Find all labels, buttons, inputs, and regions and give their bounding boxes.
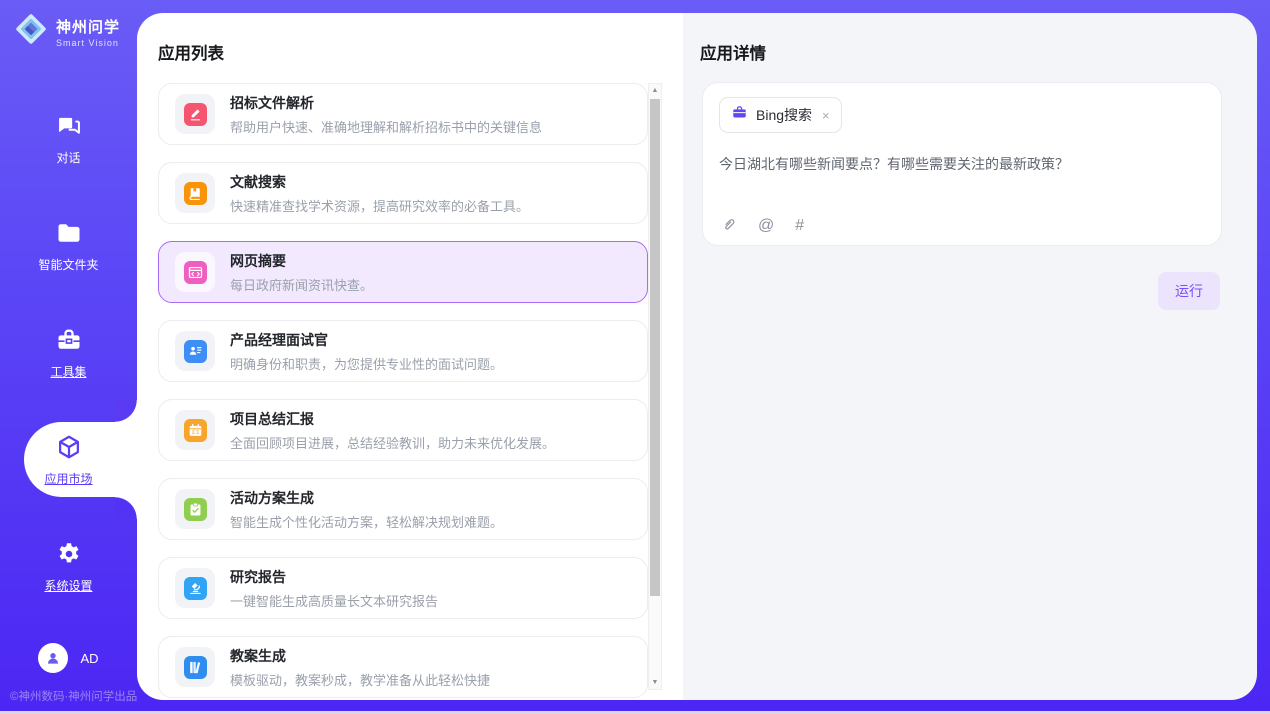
briefcase-icon — [731, 104, 748, 126]
app-card-description: 一键智能生成高质量长文本研究报告 — [230, 591, 438, 610]
folder-icon — [55, 219, 83, 247]
sidebar-item-label: 系统设置 — [44, 577, 92, 594]
app-card-title: 项目总结汇报 — [230, 409, 555, 429]
sidebar-nav: 对话 智能文件夹 工具集 应用市场 系统设置 — [0, 85, 137, 620]
app-card-description: 模板驱动，教案秒成，教学准备从此轻松快捷 — [230, 670, 490, 689]
app-card-title: 文献搜索 — [230, 172, 529, 192]
user-row[interactable]: AD — [0, 643, 137, 673]
app-card-description: 智能生成个性化活动方案，轻松解决规划难题。 — [230, 512, 503, 531]
query-input[interactable]: 今日湖北有哪些新闻要点？有哪些需要关注的最新政策？ — [719, 154, 1205, 175]
app-detail-title: 应用详情 — [700, 40, 766, 64]
hash-icon[interactable]: # — [795, 217, 804, 234]
app-card-title: 招标文件解析 — [230, 93, 542, 113]
sidebar-item-toolbox[interactable]: 工具集 — [0, 299, 137, 406]
app-card[interactable]: 产品经理面试官 明确身份和职责，为您提供专业性的面试问题。 — [158, 320, 648, 382]
window-icon — [184, 261, 207, 284]
app-logo: 神州问学 Smart Vision — [14, 12, 120, 51]
tool-tag-bing[interactable]: Bing搜索 × — [719, 97, 842, 133]
tool-tag-label: Bing搜索 — [756, 105, 812, 125]
microscope-icon — [184, 577, 207, 600]
sidebar-item-folder[interactable]: 智能文件夹 — [0, 192, 137, 299]
sidebar-item-label: 对话 — [56, 149, 80, 166]
sidebar-item-cube[interactable]: 应用市场 — [0, 406, 137, 513]
sidebar-item-gear[interactable]: 系统设置 — [0, 513, 137, 620]
app-card-list: 招标文件解析 帮助用户快速、准确地理解和解析招标书中的关键信息 文献搜索 快速精… — [158, 83, 648, 700]
logo-title: 神州问学 — [56, 16, 120, 37]
app-card[interactable]: 招标文件解析 帮助用户快速、准确地理解和解析招标书中的关键信息 — [158, 83, 648, 145]
app-card-description: 明确身份和职责，为您提供专业性的面试问题。 — [230, 354, 503, 373]
sidebar-item-label: 工具集 — [50, 363, 86, 380]
close-icon[interactable]: × — [822, 108, 830, 123]
book-icon — [184, 182, 207, 205]
books-icon — [184, 656, 207, 679]
paperclip-icon[interactable] — [720, 217, 737, 234]
content-shell: 应用列表 招标文件解析 帮助用户快速、准确地理解和解析招标书中的关键信息 文献搜… — [137, 13, 1257, 700]
prompt-card: Bing搜索 × 今日湖北有哪些新闻要点？有哪些需要关注的最新政策？ @ # — [702, 82, 1222, 246]
scrollbar-thumb[interactable] — [650, 99, 660, 596]
calendar-icon — [184, 419, 207, 442]
gear-icon — [55, 540, 83, 568]
logo-diamond-icon — [14, 12, 48, 51]
app-card-description: 帮助用户快速、准确地理解和解析招标书中的关键信息 — [230, 117, 542, 136]
mention-icon[interactable]: @ — [758, 217, 774, 234]
composer-toolbar: @ # — [720, 217, 804, 234]
sidebar-item-label: 应用市场 — [44, 470, 92, 487]
app-card-description: 快速精准查找学术资源，提高研究效率的必备工具。 — [230, 196, 529, 215]
app-list-title: 应用列表 — [158, 40, 224, 64]
app-card-title: 产品经理面试官 — [230, 330, 503, 350]
interview-icon — [184, 340, 207, 363]
app-card[interactable]: 活动方案生成 智能生成个性化活动方案，轻松解决规划难题。 — [158, 478, 648, 540]
clipboard-icon — [184, 498, 207, 521]
chat-icon — [55, 112, 83, 140]
app-card[interactable]: 教案生成 模板驱动，教案秒成，教学准备从此轻松快捷 — [158, 636, 648, 698]
sidebar: 神州问学 Smart Vision 对话 智能文件夹 工具集 应用市场 系统设置… — [0, 0, 137, 711]
app-list-scrollbar[interactable]: ▲ ▼ — [648, 83, 662, 690]
cube-icon — [55, 433, 83, 461]
app-card[interactable]: 文献搜索 快速精准查找学术资源，提高研究效率的必备工具。 — [158, 162, 648, 224]
app-card-title: 教案生成 — [230, 646, 490, 666]
app-card-title: 活动方案生成 — [230, 488, 503, 508]
app-card-title: 研究报告 — [230, 567, 438, 587]
toolbox-icon — [55, 326, 83, 354]
app-detail-panel: 应用详情 Bing搜索 × 今日湖北有哪些新闻要点？有哪些需要关注的最新政策？ … — [683, 13, 1257, 700]
app-card[interactable]: 项目总结汇报 全面回顾项目进展，总结经验教训，助力未来优化发展。 — [158, 399, 648, 461]
copyright-footer: ©神州数码·神州问学出品 — [10, 688, 137, 704]
app-card-description: 每日政府新闻资讯快查。 — [230, 275, 373, 294]
app-card-description: 全面回顾项目进展，总结经验教训，助力未来优化发展。 — [230, 433, 555, 452]
app-card[interactable]: 研究报告 一键智能生成高质量长文本研究报告 — [158, 557, 648, 619]
scroll-down-icon[interactable]: ▼ — [649, 676, 661, 689]
sidebar-item-chat[interactable]: 对话 — [0, 85, 137, 192]
user-name: AD — [80, 651, 98, 666]
app-card-title: 网页摘要 — [230, 251, 373, 271]
app-list-panel: 应用列表 招标文件解析 帮助用户快速、准确地理解和解析招标书中的关键信息 文献搜… — [137, 13, 683, 700]
avatar[interactable] — [38, 643, 68, 673]
app-card[interactable]: 网页摘要 每日政府新闻资讯快查。 — [158, 241, 648, 303]
sidebar-item-label: 智能文件夹 — [38, 256, 98, 273]
scroll-up-icon[interactable]: ▲ — [649, 84, 661, 97]
logo-subtitle: Smart Vision — [56, 38, 120, 48]
pen-icon — [184, 103, 207, 126]
run-button[interactable]: 运行 — [1158, 272, 1220, 310]
